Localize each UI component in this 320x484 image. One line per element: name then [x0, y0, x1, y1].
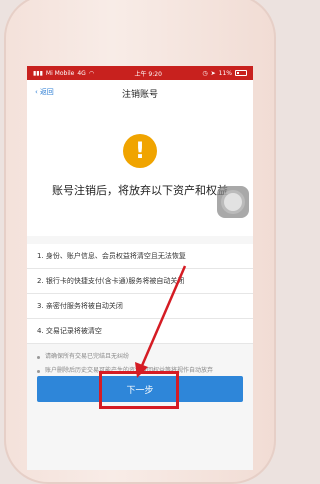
annotation-arrow: [135, 265, 187, 378]
app-screen: ▮▮▮ Mi Mobile 4G ◠ 上午 9:20 ◷ ➤ 11% ‹ 返回 …: [27, 66, 253, 470]
